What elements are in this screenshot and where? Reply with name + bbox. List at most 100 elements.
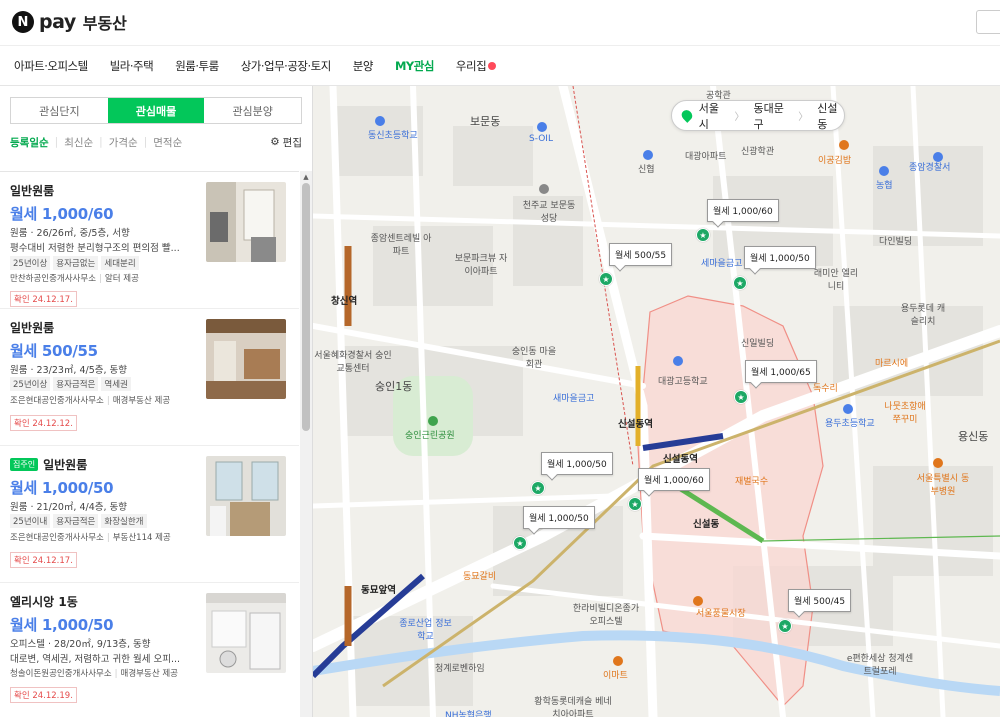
- tab-interest-presale[interactable]: 관심분양: [204, 98, 301, 123]
- tag-chip: 역세권: [101, 377, 131, 391]
- nav-presale[interactable]: 분양: [353, 58, 374, 74]
- listing-list: 일반원룸 월세 1,000/60 원룸 · 26/26㎡, 중/5층, 서향 평…: [0, 171, 299, 717]
- listing-price-bubble[interactable]: 월세 1,000/65: [745, 360, 817, 383]
- tag-chip: 세대분리: [101, 256, 139, 270]
- tab-interest-complex[interactable]: 관심단지: [11, 98, 108, 123]
- place-label: 농협: [876, 181, 893, 191]
- place-label: 숭인근린공원: [405, 431, 455, 441]
- poi-marker-icon[interactable]: [839, 140, 849, 150]
- star-icon[interactable]: ★: [733, 276, 747, 290]
- poi-marker-icon[interactable]: [843, 404, 853, 414]
- star-icon[interactable]: ★: [734, 390, 748, 404]
- place-label: e편한세상 청계센트럴포레: [846, 654, 914, 677]
- listing-price-bubble[interactable]: 월세 500/55: [609, 243, 673, 266]
- place-label: 서울혜화경찰서 숭인교통센터: [314, 351, 392, 374]
- place-label: 대광고등학교: [658, 377, 708, 387]
- listing-confirm-date: 확인 24.12.17.: [10, 552, 77, 568]
- listing-price-bubble[interactable]: 월세 1,000/50: [744, 246, 816, 269]
- listing-price: 월세 1,000/50: [10, 479, 114, 497]
- star-icon[interactable]: ★: [778, 619, 792, 633]
- loc-dong[interactable]: 신설동: [817, 100, 844, 132]
- naver-pay-logo[interactable]: N pay 부동산: [12, 10, 127, 34]
- listing-photo[interactable]: [206, 182, 286, 262]
- place-label: 이마트: [603, 671, 628, 681]
- place-label: 보문파크뷰 자이아파트: [454, 254, 508, 277]
- main-nav: 아파트·오피스텔 빌라·주택 원룸·투룸 상가·업무·공장·토지 분양 MY관심…: [0, 46, 1000, 86]
- agent-source: 알터 제공: [104, 274, 139, 284]
- area-label: 보문동: [470, 115, 501, 128]
- listing-price-bubble[interactable]: 월세 1,000/50: [541, 452, 613, 475]
- listing-type: 엘리시앙 1동: [10, 593, 78, 610]
- listing-price-bubble[interactable]: 월세 1,000/50: [523, 506, 595, 529]
- nav-villa[interactable]: 빌라·주택: [110, 58, 154, 74]
- listing-agent: 조은현대공인중개사사무소 | 매경부동산 제공: [10, 394, 170, 406]
- nav-my-home[interactable]: 우리집: [456, 58, 497, 74]
- nav-apartment[interactable]: 아파트·오피스텔: [14, 58, 88, 74]
- listing-photo[interactable]: [206, 593, 286, 673]
- loc-city[interactable]: 서울시: [699, 100, 726, 132]
- poi-marker-icon[interactable]: [375, 116, 385, 126]
- sort-price[interactable]: 가격순: [109, 135, 138, 150]
- nav-my-interest[interactable]: MY관심: [395, 58, 434, 74]
- sort-area[interactable]: 면적순: [153, 135, 182, 150]
- star-icon[interactable]: ★: [696, 228, 710, 242]
- place-label: 종암경찰서: [909, 163, 951, 173]
- star-icon[interactable]: ★: [599, 272, 613, 286]
- star-icon[interactable]: ★: [531, 481, 545, 495]
- place-label: 이공김밥: [818, 156, 852, 166]
- poi-marker-icon[interactable]: [673, 356, 683, 366]
- star-icon[interactable]: ★: [628, 497, 642, 511]
- listing-price-bubble[interactable]: 월세 500/45: [788, 589, 852, 612]
- poi-marker-icon[interactable]: [933, 152, 943, 162]
- scroll-up-icon[interactable]: ▲: [302, 173, 310, 181]
- station-label: 신설동역: [618, 419, 653, 430]
- listing-price-bubble[interactable]: 월세 1,000/60: [638, 468, 710, 491]
- agent-divider: |: [99, 274, 102, 284]
- loc-district[interactable]: 동대문구: [754, 100, 790, 132]
- agent-divider: |: [106, 396, 110, 406]
- place-label: 공학관: [706, 91, 731, 101]
- poi-marker-icon[interactable]: [537, 122, 547, 132]
- location-breadcrumb[interactable]: 서울시 〉 동대문구 〉 신설동: [671, 100, 845, 131]
- header-menu-button[interactable]: [976, 10, 1000, 34]
- poi-marker-icon[interactable]: [933, 458, 943, 468]
- list-scrollbar[interactable]: ▲: [300, 171, 312, 717]
- list-item[interactable]: 집주인 일반원룸 월세 1,000/50 원룸 · 21/20㎡, 4/4층, 동…: [0, 446, 299, 583]
- star-icon[interactable]: ★: [513, 536, 527, 550]
- poi-marker-icon[interactable]: [693, 596, 703, 606]
- place-label: 종로산업 정보학교: [399, 619, 452, 642]
- poi-marker-icon[interactable]: [539, 184, 549, 194]
- place-label: 신협: [638, 165, 655, 175]
- top-header: N pay 부동산: [0, 0, 1000, 46]
- map-view[interactable]: 서울시 〉 동대문구 〉 신설동 공학관 보문동 동신초등학교 S-OIL 천주…: [313, 86, 1000, 717]
- listing-confirm-date: 확인 24.12.19.: [10, 687, 77, 703]
- listing-confirm-date: 확인 24.12.17.: [10, 291, 77, 307]
- list-item[interactable]: 일반원룸 월세 500/55 원룸 · 23/23㎡, 4/5층, 동향 25년…: [0, 309, 299, 446]
- tab-interest-listings[interactable]: 관심매물: [107, 98, 205, 123]
- scroll-thumb[interactable]: [302, 183, 310, 431]
- agent-source: 매경부동산 제공: [112, 396, 171, 406]
- place-label: 서울특별시 동부병원: [916, 474, 970, 497]
- listing-photo[interactable]: [206, 456, 286, 536]
- listing-agent: 만찬하공인중개사사무소 | 알터 제공: [10, 272, 139, 284]
- park-icon[interactable]: [428, 416, 438, 426]
- poi-marker-icon[interactable]: [643, 150, 653, 160]
- sort-registered[interactable]: 등록일순: [10, 135, 49, 150]
- listing-type-label: 일반원룸: [10, 184, 55, 198]
- listing-price-bubble[interactable]: 월세 1,000/60: [707, 199, 779, 222]
- edit-button[interactable]: ⚙ 편집: [270, 135, 302, 150]
- place-label: 래미안 엘리니티: [813, 269, 859, 292]
- interest-tabs: 관심단지 관심매물 관심분양: [10, 97, 302, 124]
- nav-oneroom[interactable]: 원룸·투룸: [175, 58, 219, 74]
- place-label: 신일빌딩: [741, 339, 775, 349]
- poi-marker-icon[interactable]: [613, 656, 623, 666]
- listing-type-label: 일반원룸: [10, 321, 55, 335]
- nav-commercial[interactable]: 상가·업무·공장·토지: [241, 58, 332, 74]
- sidebar: 관심단지 관심매물 관심분양 등록일순 | 최신순 | 가격순 | 면적순 ⚙ …: [0, 86, 313, 717]
- place-label: 다인빌딩: [879, 237, 913, 247]
- list-item[interactable]: 엘리시앙 1동 월세 1,000/50 오피스텔 · 28/20㎡, 9/13층…: [0, 583, 299, 717]
- list-item[interactable]: 일반원룸 월세 1,000/60 원룸 · 26/26㎡, 중/5층, 서향 평…: [0, 172, 299, 309]
- poi-marker-icon[interactable]: [879, 166, 889, 176]
- sort-latest[interactable]: 최신순: [64, 135, 93, 150]
- listing-photo[interactable]: [206, 319, 286, 399]
